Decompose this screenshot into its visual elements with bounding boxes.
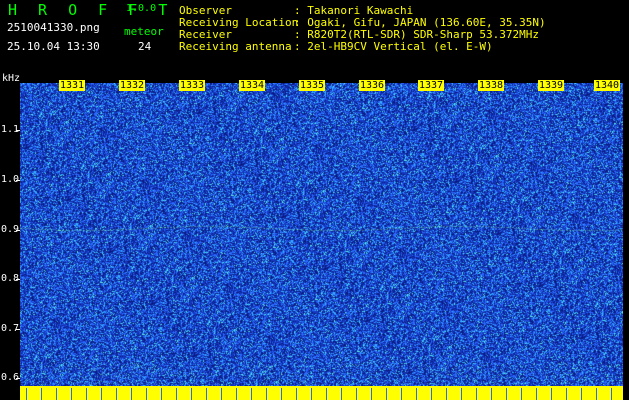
time-mark [491, 388, 492, 400]
antenna-value: : 2el-HB9CV Vertical (el. E-W) [294, 40, 493, 53]
y-tick-mark [16, 230, 20, 231]
detection-label: meteor [124, 25, 164, 38]
frequency-unit-label: kHz [2, 73, 21, 84]
time-mark [41, 388, 42, 400]
time-mark [386, 388, 387, 400]
time-mark [56, 388, 57, 400]
antenna-key: Receiving antenna [179, 40, 292, 53]
time-mark [431, 388, 432, 400]
time-mark [311, 388, 312, 400]
x-tick-label: 1339 [538, 80, 565, 91]
time-mark [581, 388, 582, 400]
x-tick-label: 1340 [594, 80, 621, 91]
time-mark [296, 388, 297, 400]
spectrogram[interactable] [20, 83, 623, 386]
file-name: 2510041330.png [7, 21, 100, 34]
time-mark [461, 388, 462, 400]
time-mark [206, 388, 207, 400]
time-mark [266, 388, 267, 400]
time-mark [521, 388, 522, 400]
time-mark [86, 388, 87, 400]
time-mark [356, 388, 357, 400]
time-mark [371, 388, 372, 400]
x-tick-label: 1333 [179, 80, 206, 91]
y-tick-mark [16, 329, 20, 330]
time-mark [476, 388, 477, 400]
time-mark [551, 388, 552, 400]
x-tick-label: 1334 [239, 80, 266, 91]
time-mark [116, 388, 117, 400]
time-mark [26, 388, 27, 400]
time-mark [446, 388, 447, 400]
x-tick-label: 1337 [418, 80, 445, 91]
detection-count: 24 [138, 40, 152, 53]
time-mark [101, 388, 102, 400]
time-mark [341, 388, 342, 400]
time-mark [536, 388, 537, 400]
time-mark [611, 388, 612, 400]
time-mark [566, 388, 567, 400]
y-tick-mark [16, 279, 20, 280]
time-mark [251, 388, 252, 400]
time-mark [416, 388, 417, 400]
time-mark [131, 388, 132, 400]
time-mark [281, 388, 282, 400]
time-mark [146, 388, 147, 400]
time-mark [176, 388, 177, 400]
time-mark [161, 388, 162, 400]
y-tick-mark [16, 130, 20, 131]
time-mark [506, 388, 507, 400]
y-tick-mark [16, 378, 20, 379]
app-version: 1.0.0 [126, 3, 157, 14]
time-marks [26, 388, 612, 400]
y-tick-mark [16, 180, 20, 181]
date-time: 25.10.04 13:30 [7, 40, 100, 53]
time-mark [236, 388, 237, 400]
time-mark [191, 388, 192, 400]
x-tick-label: 1338 [478, 80, 505, 91]
x-tick-label: 1336 [359, 80, 386, 91]
x-tick-label: 1331 [59, 80, 86, 91]
time-mark [326, 388, 327, 400]
spectrogram-canvas[interactable] [20, 83, 623, 386]
time-mark [71, 388, 72, 400]
time-mark [401, 388, 402, 400]
time-mark [596, 388, 597, 400]
x-tick-label: 1332 [119, 80, 146, 91]
time-mark [221, 388, 222, 400]
x-tick-label: 1335 [299, 80, 326, 91]
